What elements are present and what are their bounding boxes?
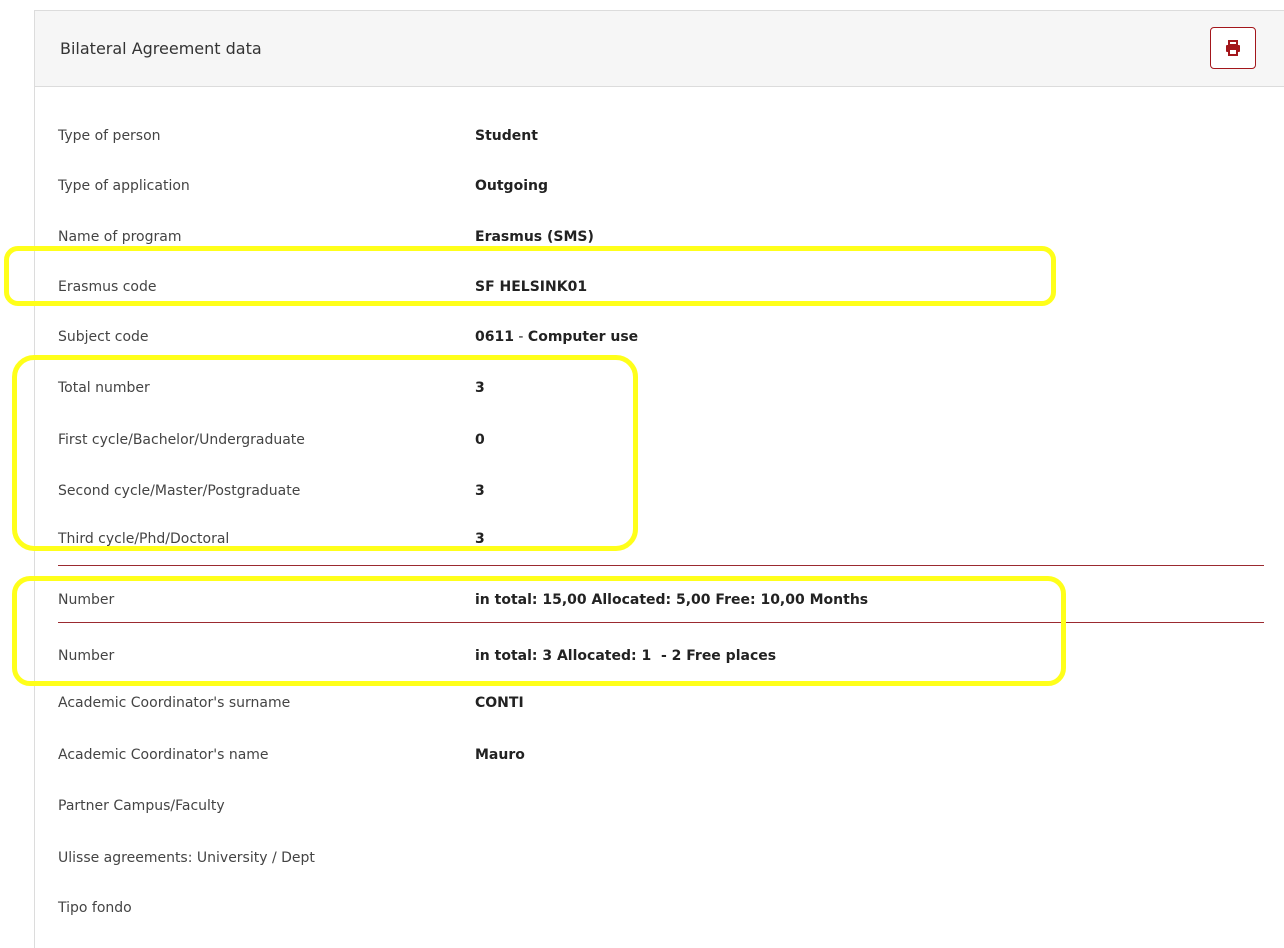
field-value: CONTI	[475, 695, 524, 711]
subject-code-separator: -	[513, 329, 528, 345]
section-divider	[58, 622, 1264, 623]
field-label: Number	[58, 648, 115, 664]
subject-code-name: Computer use	[527, 329, 639, 345]
row-subject-code: Subject code 0611 - Computer use	[58, 327, 1258, 357]
field-label: Academic Coordinator's name	[58, 747, 269, 763]
field-label: Total number	[58, 380, 150, 396]
field-value: 3	[475, 531, 485, 547]
field-label: Ulisse agreements: University / Dept	[58, 850, 315, 866]
row-second-cycle: Second cycle/Master/Postgraduate 3	[58, 481, 1258, 511]
field-label: Second cycle/Master/Postgraduate	[58, 483, 301, 499]
field-label: First cycle/Bachelor/Undergraduate	[58, 432, 305, 448]
field-value: 3	[475, 380, 485, 396]
field-value: Erasmus (SMS)	[475, 229, 594, 245]
print-button[interactable]	[1210, 27, 1256, 69]
field-label: Third cycle/Phd/Doctoral	[58, 531, 230, 547]
field-label: Academic Coordinator's surname	[58, 695, 291, 711]
row-coordinator-name: Academic Coordinator's name Mauro	[58, 745, 1258, 775]
field-label: Subject code	[58, 329, 149, 345]
row-third-cycle: Third cycle/Phd/Doctoral 3	[58, 529, 1258, 559]
field-value: 0	[475, 432, 485, 448]
field-label: Erasmus code	[58, 279, 157, 295]
row-coordinator-surname: Academic Coordinator's surname CONTI	[58, 693, 1258, 723]
section-divider	[58, 565, 1264, 566]
row-type-of-application: Type of application Outgoing	[58, 176, 1258, 206]
field-value: 3	[475, 483, 485, 499]
field-label: Name of program	[58, 229, 182, 245]
field-label: Type of person	[58, 128, 161, 144]
field-value: Mauro	[475, 747, 525, 763]
field-label: Type of application	[58, 178, 190, 194]
row-number-months: Number in total: 15,00 Allocated: 5,00 F…	[58, 590, 1258, 620]
field-label: Number	[58, 592, 115, 608]
panel-title: Bilateral Agreement data	[60, 39, 262, 58]
field-value: SF HELSINK01	[475, 279, 588, 295]
row-partner-campus: Partner Campus/Faculty	[58, 796, 1258, 826]
field-label: Partner Campus/Faculty	[58, 798, 225, 814]
row-name-of-program: Name of program Erasmus (SMS)	[58, 227, 1258, 257]
row-erasmus-code: Erasmus code SF HELSINK01	[58, 277, 1258, 307]
row-ulisse-agreements: Ulisse agreements: University / Dept	[58, 848, 1258, 878]
field-value: 0611 - Computer use	[475, 327, 638, 347]
field-value: in total: 15,00 Allocated: 5,00 Free: 10…	[475, 592, 869, 608]
row-total-number: Total number 3	[58, 378, 1258, 408]
field-value: Student	[475, 128, 538, 144]
field-label: Tipo fondo	[58, 900, 132, 916]
field-value: Outgoing	[475, 178, 548, 194]
print-icon	[1225, 40, 1241, 56]
row-type-of-person: Type of person Student	[58, 126, 1258, 156]
row-first-cycle: First cycle/Bachelor/Undergraduate 0	[58, 430, 1258, 460]
row-tipo-fondo: Tipo fondo	[58, 898, 1258, 928]
panel-header: Bilateral Agreement data	[35, 11, 1284, 87]
subject-code-number: 0611	[475, 329, 514, 345]
row-number-places: Number in total: 3 Allocated: 1 - 2 Free…	[58, 646, 1258, 676]
field-value: in total: 3 Allocated: 1 - 2 Free places	[475, 648, 777, 664]
